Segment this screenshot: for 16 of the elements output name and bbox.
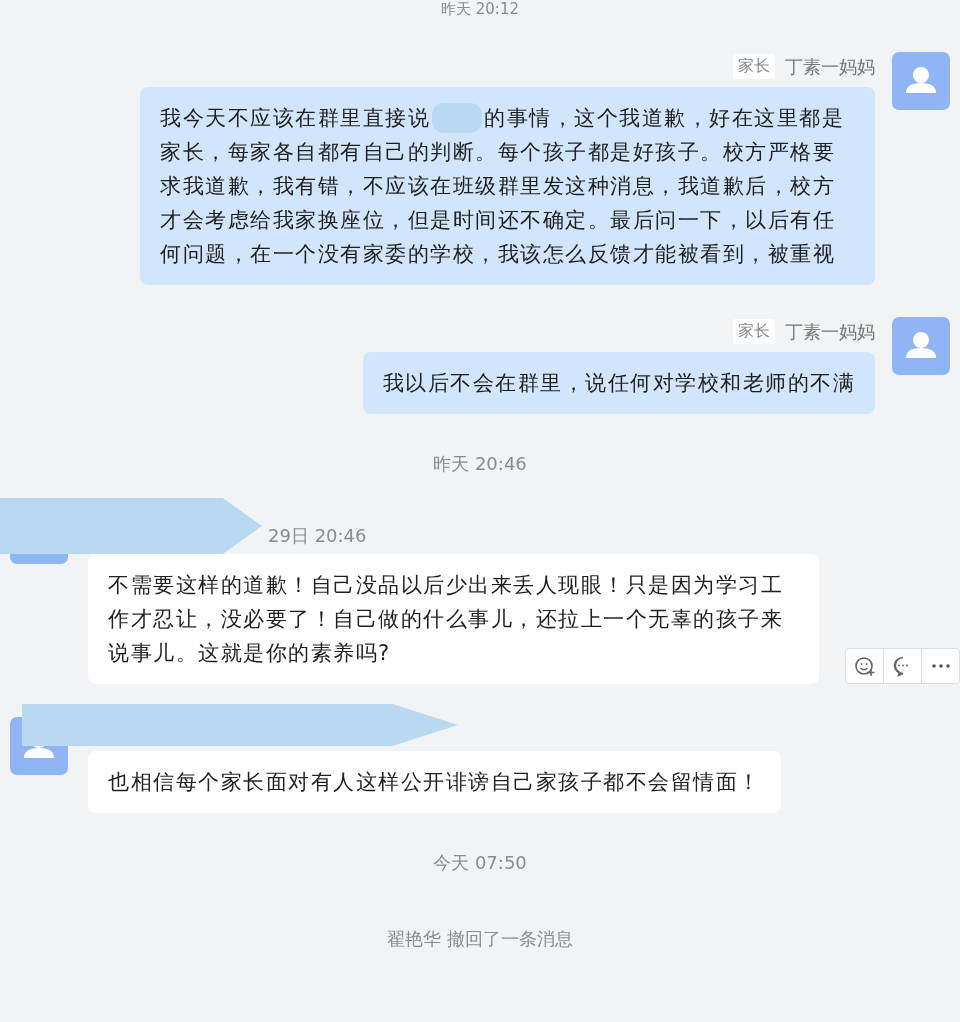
- message-text: 我今天不应该在群里直接说 的事情，这个我道歉，好在这里都是家长，每家各自都有自己的判断。每个孩子都是好孩子。校方严格要求我道歉，我有错，不应该在班级群里发这种消息，我道歉后，校方才会考虑给我家换座位，但是时间还不确定。最后问一下，以后有任何问题，在一个没有家委的学校，我该怎么反馈才能被看到，被重视: [160, 101, 855, 271]
- recall-notice: 翟艳华 撤回了一条消息: [387, 927, 573, 951]
- avatar-icon[interactable]: [892, 317, 950, 375]
- role-tag: 家长: [733, 54, 775, 79]
- sender-name: 丁素一妈妈: [785, 54, 875, 79]
- avatar-icon[interactable]: [892, 52, 950, 110]
- role-tag: 家长: [733, 319, 775, 344]
- avatar-icon[interactable]: [10, 554, 68, 564]
- timestamp: 今天 07:50: [433, 851, 527, 875]
- timestamp: 昨天 20:46: [433, 452, 527, 476]
- message-text: 我以后不会在群里，说任何对学校和老师的不满: [382, 370, 855, 397]
- timestamp: 昨天 20:12: [441, 0, 519, 18]
- sender-name: 丁素一妈妈: [785, 319, 875, 344]
- message-text: 也相信每个家长面对有人这样公开诽谤自己家孩子都不会留情面！: [108, 769, 761, 796]
- message-time: 29日 20:46: [268, 524, 368, 548]
- message-text: 不需要这样的道歉！自己没品以后少出来丢人现眼！只是因为学习工作才忍让，没必要了！自己做的什么事儿，还拉上一个无辜的孩子来说事儿。这就是你的素养吗?: [108, 572, 784, 667]
